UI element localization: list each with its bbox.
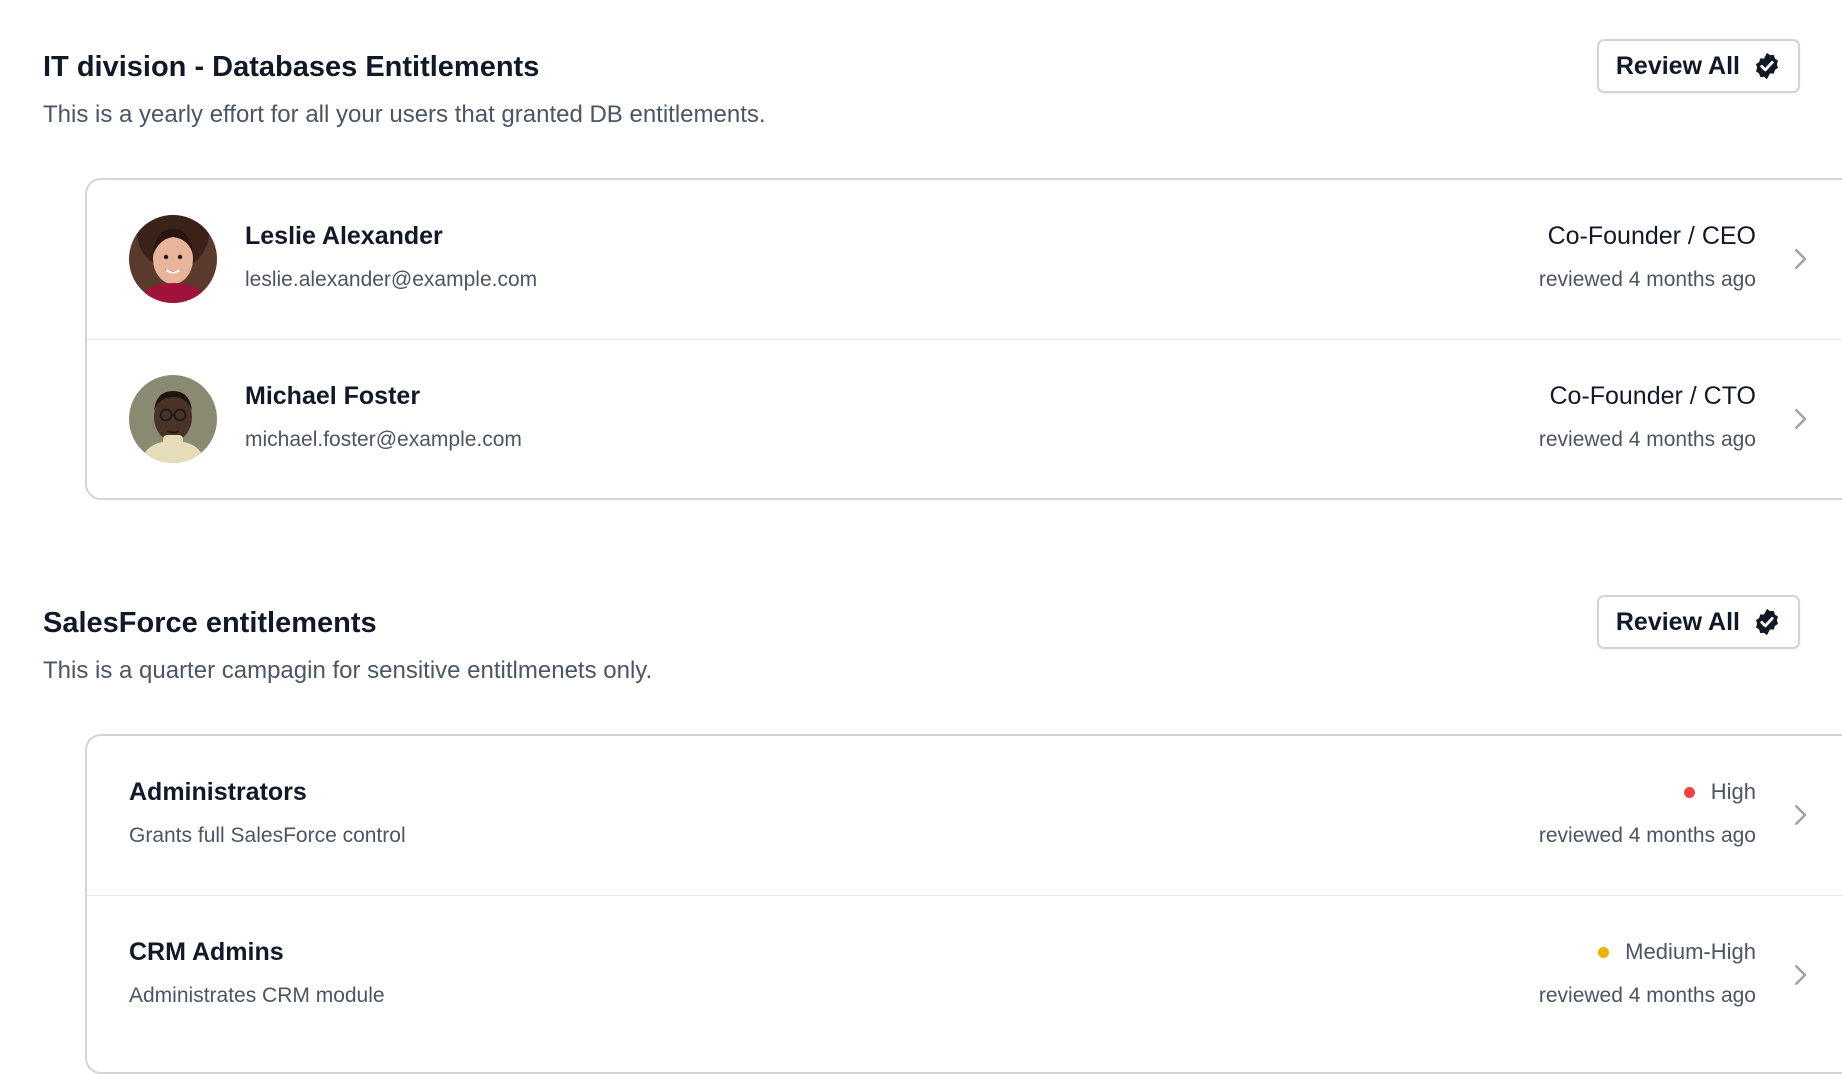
entitlement-name: Administrators xyxy=(129,778,307,806)
avatar xyxy=(129,375,217,463)
user-name: Michael Foster xyxy=(245,382,421,410)
risk-dot-medium-high xyxy=(1598,946,1610,958)
list-item[interactable]: Michael Foster michael.foster@example.co… xyxy=(87,339,1842,498)
reviewed-timestamp: reviewed 4 months ago xyxy=(1538,268,1756,291)
review-all-label: Review All xyxy=(1615,607,1740,636)
user-info: Leslie Alexander leslie.alexander@exampl… xyxy=(245,220,537,294)
reviewed-timestamp: reviewed 4 months ago xyxy=(1538,428,1756,451)
chevron-right-icon[interactable] xyxy=(1785,800,1815,830)
entitlement-info: Administrators Grants full SalesForce co… xyxy=(129,776,406,850)
section-title: SalesForce entitlements xyxy=(43,607,377,639)
entitlement-info: CRM Admins Administrates CRM module xyxy=(129,936,385,1010)
user-name: Leslie Alexander xyxy=(245,222,443,250)
badge-check-icon xyxy=(1756,608,1778,636)
avatar xyxy=(129,215,217,303)
chevron-right-icon[interactable] xyxy=(1785,404,1815,434)
user-role: Co-Founder / CTO xyxy=(1549,382,1756,410)
reviewed-timestamp: reviewed 4 months ago xyxy=(1538,824,1756,847)
section-description: This is a yearly effort for all your use… xyxy=(43,101,766,128)
user-email: michael.foster@example.com xyxy=(245,428,522,451)
review-all-button[interactable]: Review All xyxy=(1596,39,1800,93)
entitlement-meta: High reviewed 4 months ago xyxy=(1539,776,1756,850)
entitlement-list-card: Administrators Grants full SalesForce co… xyxy=(85,734,1842,1074)
list-item[interactable]: CRM Admins Administrates CRM module Medi… xyxy=(87,895,1842,1054)
section-header: SalesForce entitlements This is a quarte… xyxy=(43,603,652,687)
entitlement-name: CRM Admins xyxy=(129,938,284,966)
risk-level: High xyxy=(1683,776,1756,808)
user-email: leslie.alexander@example.com xyxy=(245,268,538,291)
chevron-right-icon[interactable] xyxy=(1785,244,1815,274)
entitlement-meta: Medium-High reviewed 4 months ago xyxy=(1539,936,1756,1010)
entitlement-detail: Administrates CRM module xyxy=(129,984,385,1007)
user-list-card: Leslie Alexander leslie.alexander@exampl… xyxy=(85,178,1842,500)
risk-dot-high xyxy=(1683,786,1695,798)
risk-level: Medium-High xyxy=(1598,936,1756,968)
section-header: IT division - Databases Entitlements Thi… xyxy=(43,47,766,131)
review-all-label: Review All xyxy=(1615,51,1740,80)
user-info: Michael Foster michael.foster@example.co… xyxy=(245,380,522,454)
chevron-right-icon[interactable] xyxy=(1785,960,1815,990)
reviewed-timestamp: reviewed 4 months ago xyxy=(1538,984,1756,1007)
user-meta: Co-Founder / CEO reviewed 4 months ago xyxy=(1539,220,1756,294)
badge-check-icon xyxy=(1756,52,1778,80)
entitlement-detail: Grants full SalesForce control xyxy=(129,824,406,847)
user-meta: Co-Founder / CTO reviewed 4 months ago xyxy=(1539,380,1756,454)
risk-label: High xyxy=(1710,779,1756,804)
review-all-button[interactable]: Review All xyxy=(1596,595,1800,649)
risk-label: Medium-High xyxy=(1625,939,1756,964)
user-role: Co-Founder / CEO xyxy=(1547,222,1756,250)
section-title: IT division - Databases Entitlements xyxy=(43,51,540,83)
section-description: This is a quarter campagin for sensitive… xyxy=(43,657,653,684)
list-item[interactable]: Leslie Alexander leslie.alexander@exampl… xyxy=(87,180,1842,339)
list-item[interactable]: Administrators Grants full SalesForce co… xyxy=(87,736,1842,895)
